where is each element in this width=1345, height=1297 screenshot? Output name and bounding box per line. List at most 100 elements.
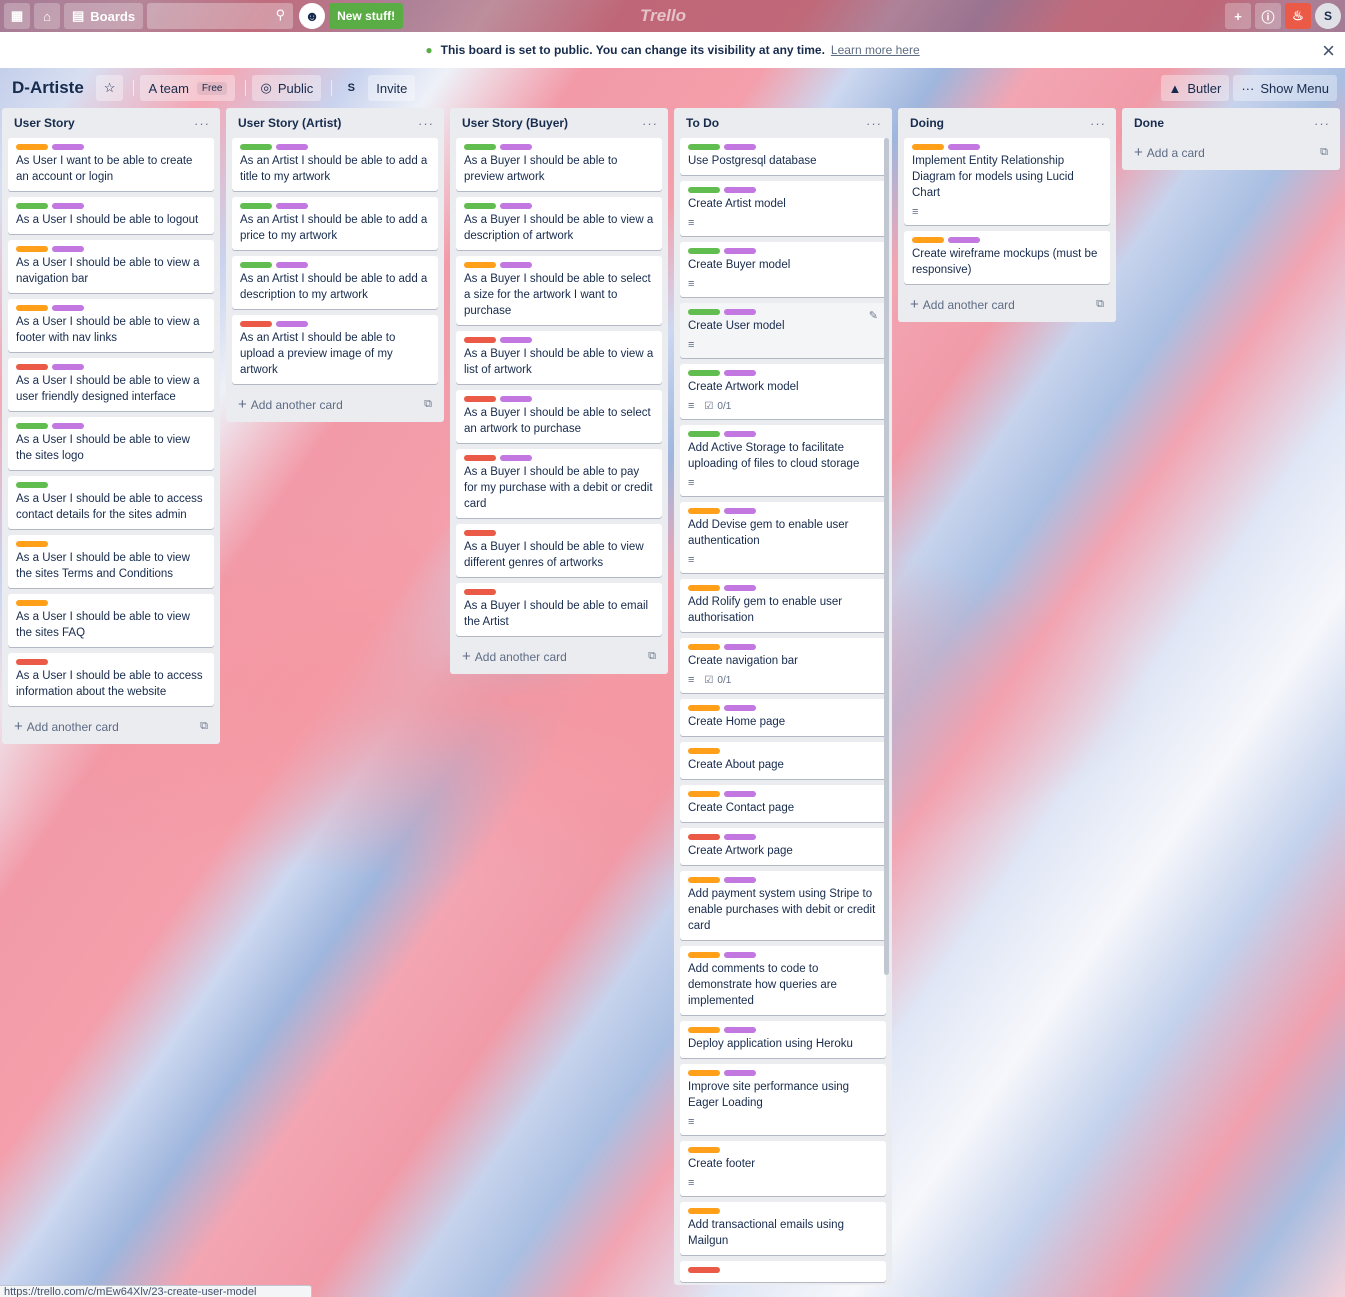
purple-label[interactable] (724, 370, 756, 376)
purple-label[interactable] (276, 262, 308, 268)
card-labels[interactable] (688, 508, 878, 514)
card[interactable]: As a User I should be able to view a nav… (8, 240, 214, 293)
card-labels[interactable] (464, 203, 654, 209)
orange-label[interactable] (16, 144, 48, 150)
orange-label[interactable] (688, 748, 720, 754)
card-labels[interactable] (688, 187, 878, 193)
add-card-button[interactable]: + Add another card ⧉ (454, 642, 664, 670)
purple-label[interactable] (500, 144, 532, 150)
card[interactable]: Add comments to code to demonstrate how … (680, 946, 886, 1015)
red-label[interactable] (688, 1267, 720, 1273)
list-title[interactable]: User Story (Buyer) (462, 116, 568, 130)
card[interactable]: Create User model ≡ ✎ (680, 303, 886, 358)
card-labels[interactable] (16, 541, 206, 547)
card[interactable]: Add Active Storage to facilitate uploadi… (680, 425, 886, 496)
card-labels[interactable] (688, 309, 878, 315)
card-labels[interactable] (16, 246, 206, 252)
card-labels[interactable] (16, 203, 206, 209)
card[interactable]: Add transactional emails using Mailgun (680, 1202, 886, 1255)
board-title[interactable]: D-Artiste (4, 78, 92, 98)
list-header[interactable]: To Do ··· (678, 108, 888, 138)
card-labels[interactable] (16, 600, 206, 606)
visibility-button[interactable]: ◎ Public (252, 75, 322, 101)
purple-label[interactable] (500, 455, 532, 461)
purple-label[interactable] (724, 877, 756, 883)
card-labels[interactable] (16, 423, 206, 429)
card-labels[interactable] (688, 431, 878, 437)
orange-label[interactable] (688, 1070, 720, 1076)
card[interactable]: As an Artist I should be able to add a d… (232, 256, 438, 309)
card-labels[interactable] (688, 1147, 878, 1153)
red-label[interactable] (464, 396, 496, 402)
card-labels[interactable] (16, 364, 206, 370)
purple-label[interactable] (500, 203, 532, 209)
card-template-icon[interactable]: ⧉ (648, 650, 656, 663)
red-label[interactable] (464, 589, 496, 595)
card[interactable]: Create wireframe mockups (must be respon… (904, 231, 1110, 284)
card[interactable]: As a Buyer I should be able to email the… (456, 583, 662, 636)
card-labels[interactable] (464, 396, 654, 402)
card-labels[interactable] (688, 1208, 878, 1214)
purple-label[interactable] (724, 585, 756, 591)
purple-label[interactable] (276, 203, 308, 209)
list-header[interactable]: Done ··· (1126, 108, 1336, 138)
card[interactable]: As a User I should be able to view the s… (8, 594, 214, 647)
purple-label[interactable] (52, 203, 84, 209)
card-labels[interactable] (688, 585, 878, 591)
card-labels[interactable] (464, 262, 654, 268)
purple-label[interactable] (500, 396, 532, 402)
card[interactable]: As a Buyer I should be able to view diff… (456, 524, 662, 577)
purple-label[interactable] (52, 423, 84, 429)
card[interactable]: Improve site performance using Eager Loa… (680, 1064, 886, 1135)
card[interactable]: Add Rolify gem to enable user authorisat… (680, 579, 886, 632)
list-menu-icon[interactable]: ··· (194, 116, 210, 131)
member-avatar[interactable]: S (338, 75, 364, 101)
orange-label[interactable] (16, 600, 48, 606)
bell-icon[interactable]: ♨ (1285, 3, 1311, 29)
orange-label[interactable] (16, 246, 48, 252)
card-labels[interactable] (688, 1267, 878, 1273)
card[interactable]: As User I want to be able to create an a… (8, 138, 214, 191)
list-menu-icon[interactable]: ··· (418, 116, 434, 131)
card[interactable]: As a User I should be able to access con… (8, 476, 214, 529)
orange-label[interactable] (688, 1147, 720, 1153)
green-label[interactable] (240, 203, 272, 209)
card-labels[interactable] (464, 530, 654, 536)
show-menu-button[interactable]: ··· Show Menu (1233, 75, 1337, 101)
list-header[interactable]: User Story (Artist) ··· (230, 108, 440, 138)
red-label[interactable] (688, 834, 720, 840)
orange-label[interactable] (912, 237, 944, 243)
card-labels[interactable] (16, 305, 206, 311)
green-label[interactable] (464, 203, 496, 209)
list-menu-icon[interactable]: ··· (1314, 116, 1330, 131)
list-header[interactable]: User Story (Buyer) ··· (454, 108, 664, 138)
purple-label[interactable] (724, 705, 756, 711)
info-icon[interactable]: ⓘ (1255, 3, 1281, 29)
card-template-icon[interactable]: ⧉ (1320, 146, 1328, 159)
card-labels[interactable] (464, 337, 654, 343)
list-title[interactable]: Doing (910, 116, 944, 130)
purple-label[interactable] (724, 508, 756, 514)
close-icon[interactable]: × (1322, 38, 1335, 64)
orange-label[interactable] (688, 1208, 720, 1214)
purple-label[interactable] (52, 246, 84, 252)
add-card-link[interactable]: + Add another card (462, 648, 567, 665)
card[interactable]: Implement Entity Relationship Diagram fo… (904, 138, 1110, 225)
green-label[interactable] (688, 370, 720, 376)
card-labels[interactable] (240, 144, 430, 150)
home-icon[interactable]: ⌂ (34, 3, 60, 29)
purple-label[interactable] (724, 144, 756, 150)
card[interactable]: As a User I should be able to view a foo… (8, 299, 214, 352)
orange-label[interactable] (688, 877, 720, 883)
card-labels[interactable] (688, 748, 878, 754)
card-labels[interactable] (688, 144, 878, 150)
card[interactable]: Deploy application using Heroku (680, 1021, 886, 1058)
list-title[interactable]: User Story (Artist) (238, 116, 341, 130)
purple-label[interactable] (724, 1070, 756, 1076)
card-labels[interactable] (240, 321, 430, 327)
purple-label[interactable] (52, 144, 84, 150)
card-labels[interactable] (16, 144, 206, 150)
card[interactable]: As a Buyer I should be able to select a … (456, 256, 662, 325)
green-label[interactable] (688, 309, 720, 315)
card[interactable]: Add Devise gem to enable user authentica… (680, 502, 886, 573)
